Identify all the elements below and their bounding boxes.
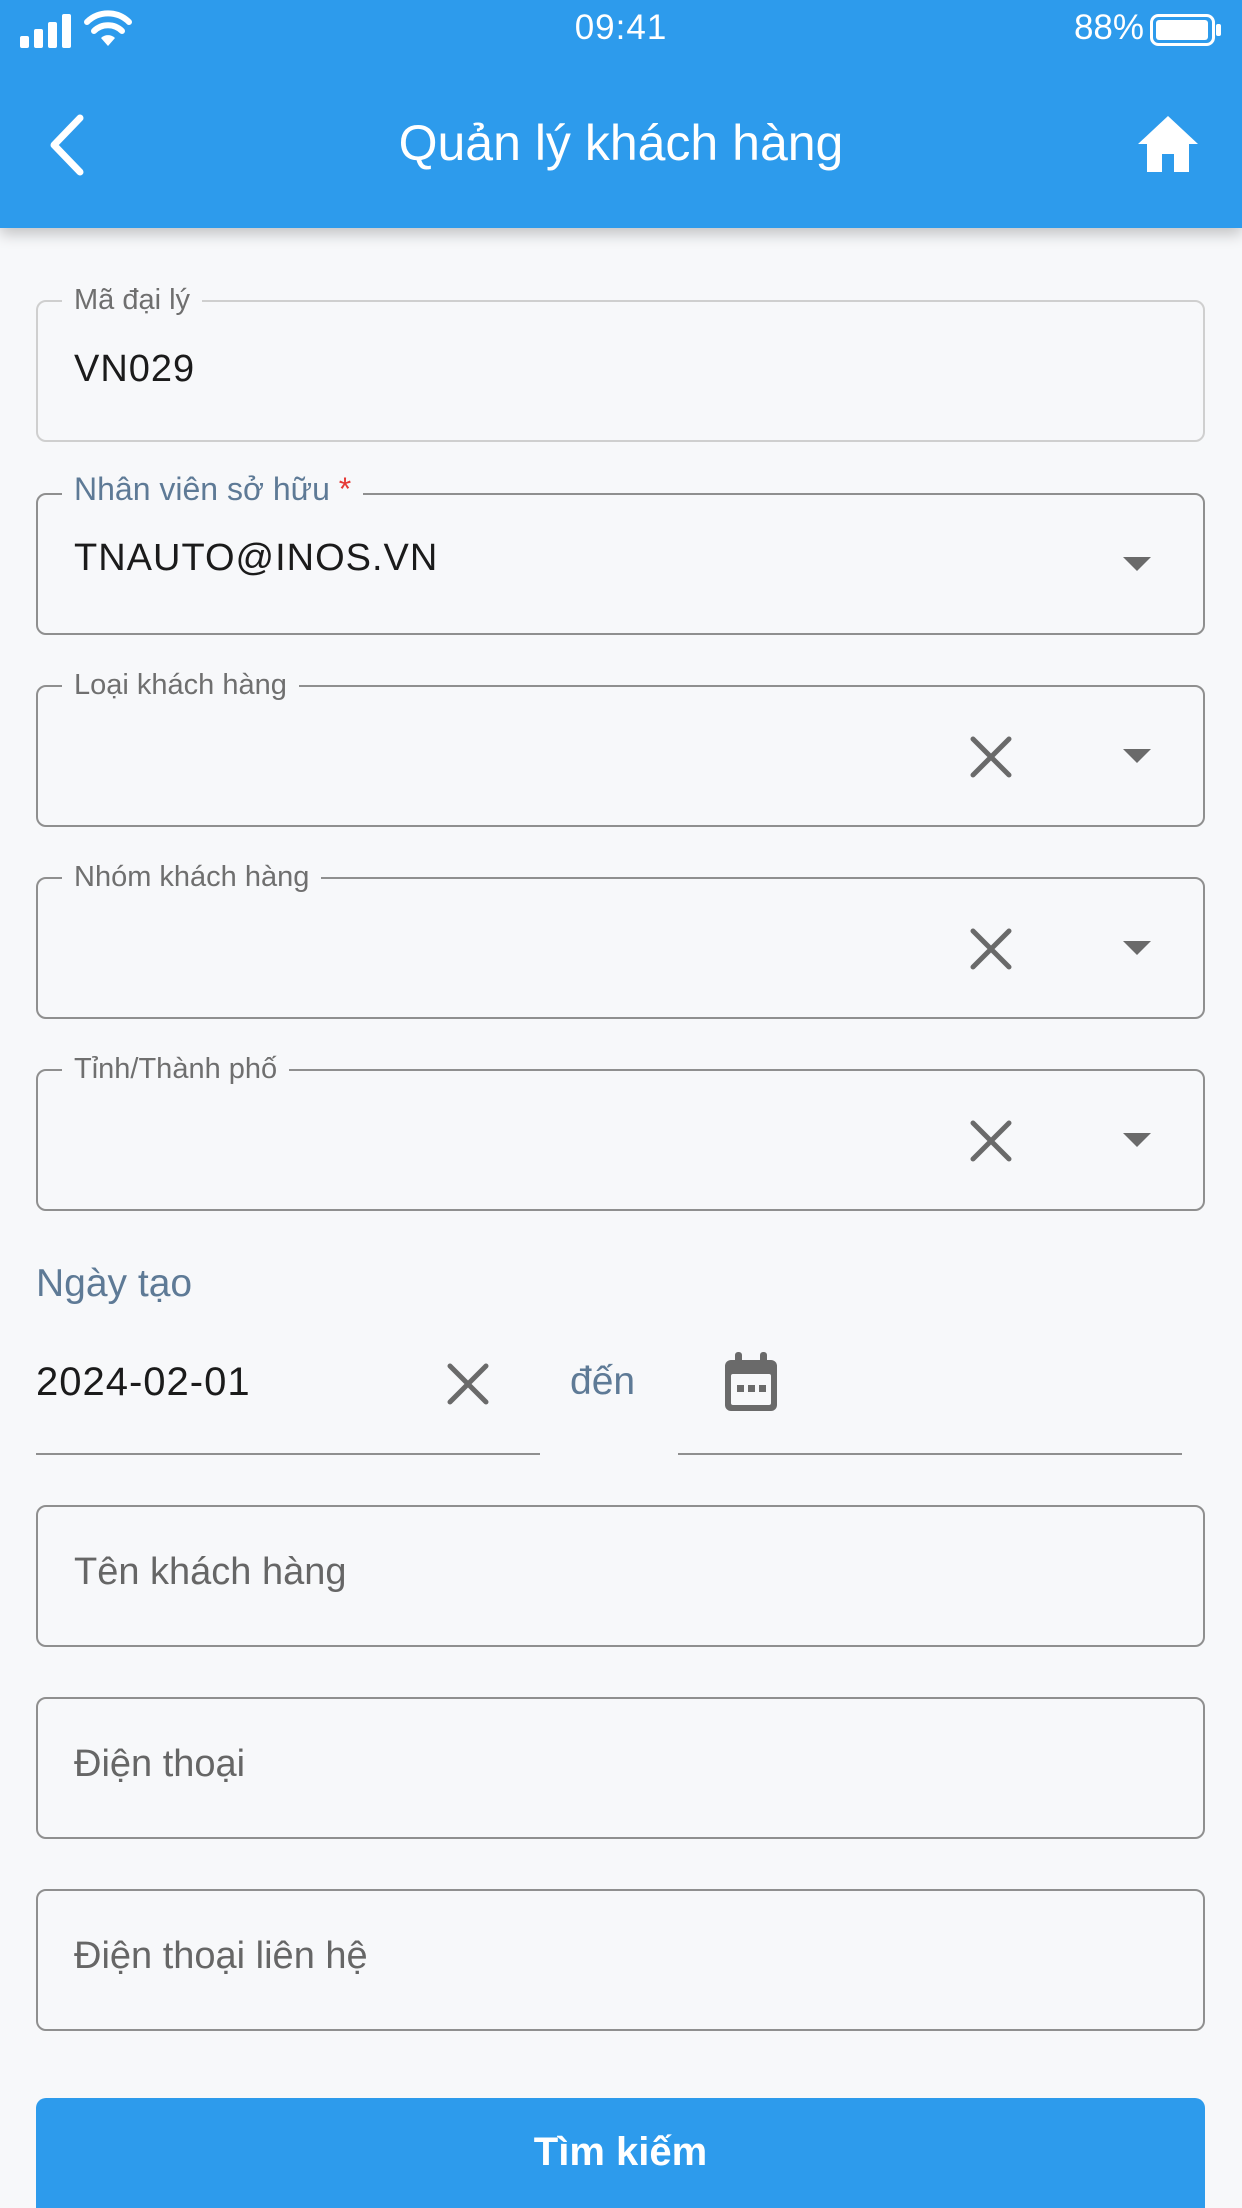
phone-placeholder: Điện thoại <box>74 1743 246 1785</box>
agent-code-label: Mã đại lý <box>62 282 203 318</box>
date-from-underline <box>36 1453 540 1455</box>
battery-icon <box>1150 14 1221 46</box>
created-date-label: Ngày tạo <box>36 1262 193 1305</box>
status-time: 09:41 <box>574 8 668 47</box>
date-to-underline[interactable] <box>678 1453 1182 1455</box>
owner-select[interactable]: Nhân viên sở hữu * TNAUTO@INOS.VN <box>36 471 1205 635</box>
contact-phone-input[interactable]: Điện thoại liên hệ <box>36 1889 1205 2031</box>
owner-label: Nhân viên sở hữu * <box>62 471 364 507</box>
agent-code-field: Mã đại lý VN029 <box>36 282 1205 442</box>
app-bar: 09:41 88% Quản lý khách hàng <box>0 0 1242 228</box>
province-label: Tỉnh/Thành phố <box>62 1051 290 1087</box>
page-title: Quản lý khách hàng <box>398 115 844 171</box>
calendar-icon[interactable] <box>722 1352 780 1414</box>
battery-percentage: 88% <box>1073 8 1144 47</box>
customer-group-select[interactable]: Nhóm khách hàng <box>36 859 1205 1019</box>
contact-phone-placeholder: Điện thoại liên hệ <box>74 1935 368 1977</box>
dropdown-caret-icon[interactable] <box>1123 557 1151 571</box>
clear-icon[interactable] <box>967 733 1015 781</box>
home-button[interactable] <box>1136 112 1200 176</box>
customer-group-label: Nhóm khách hàng <box>62 859 322 895</box>
clear-icon[interactable] <box>967 1117 1015 1165</box>
clear-icon[interactable] <box>967 925 1015 973</box>
phone-input[interactable]: Điện thoại <box>36 1697 1205 1839</box>
customer-name-placeholder: Tên khách hàng <box>74 1551 347 1593</box>
required-mark: * <box>338 471 352 507</box>
search-button[interactable]: Tìm kiếm <box>36 2098 1205 2208</box>
dropdown-caret-icon[interactable] <box>1123 1133 1151 1147</box>
customer-type-label: Loại khách hàng <box>62 667 299 703</box>
owner-value: TNAUTO@INOS.VN <box>74 537 439 579</box>
agent-code-value: VN029 <box>74 348 196 390</box>
clear-icon[interactable] <box>444 1360 492 1408</box>
date-range-separator: đến <box>570 1360 636 1403</box>
dropdown-caret-icon[interactable] <box>1123 749 1151 763</box>
province-select[interactable]: Tỉnh/Thành phố <box>36 1051 1205 1211</box>
dropdown-caret-icon[interactable] <box>1123 941 1151 955</box>
customer-name-input[interactable]: Tên khách hàng <box>36 1505 1205 1647</box>
customer-type-select[interactable]: Loại khách hàng <box>36 667 1205 827</box>
date-from-input[interactable]: 2024-02-01 <box>36 1360 251 1405</box>
